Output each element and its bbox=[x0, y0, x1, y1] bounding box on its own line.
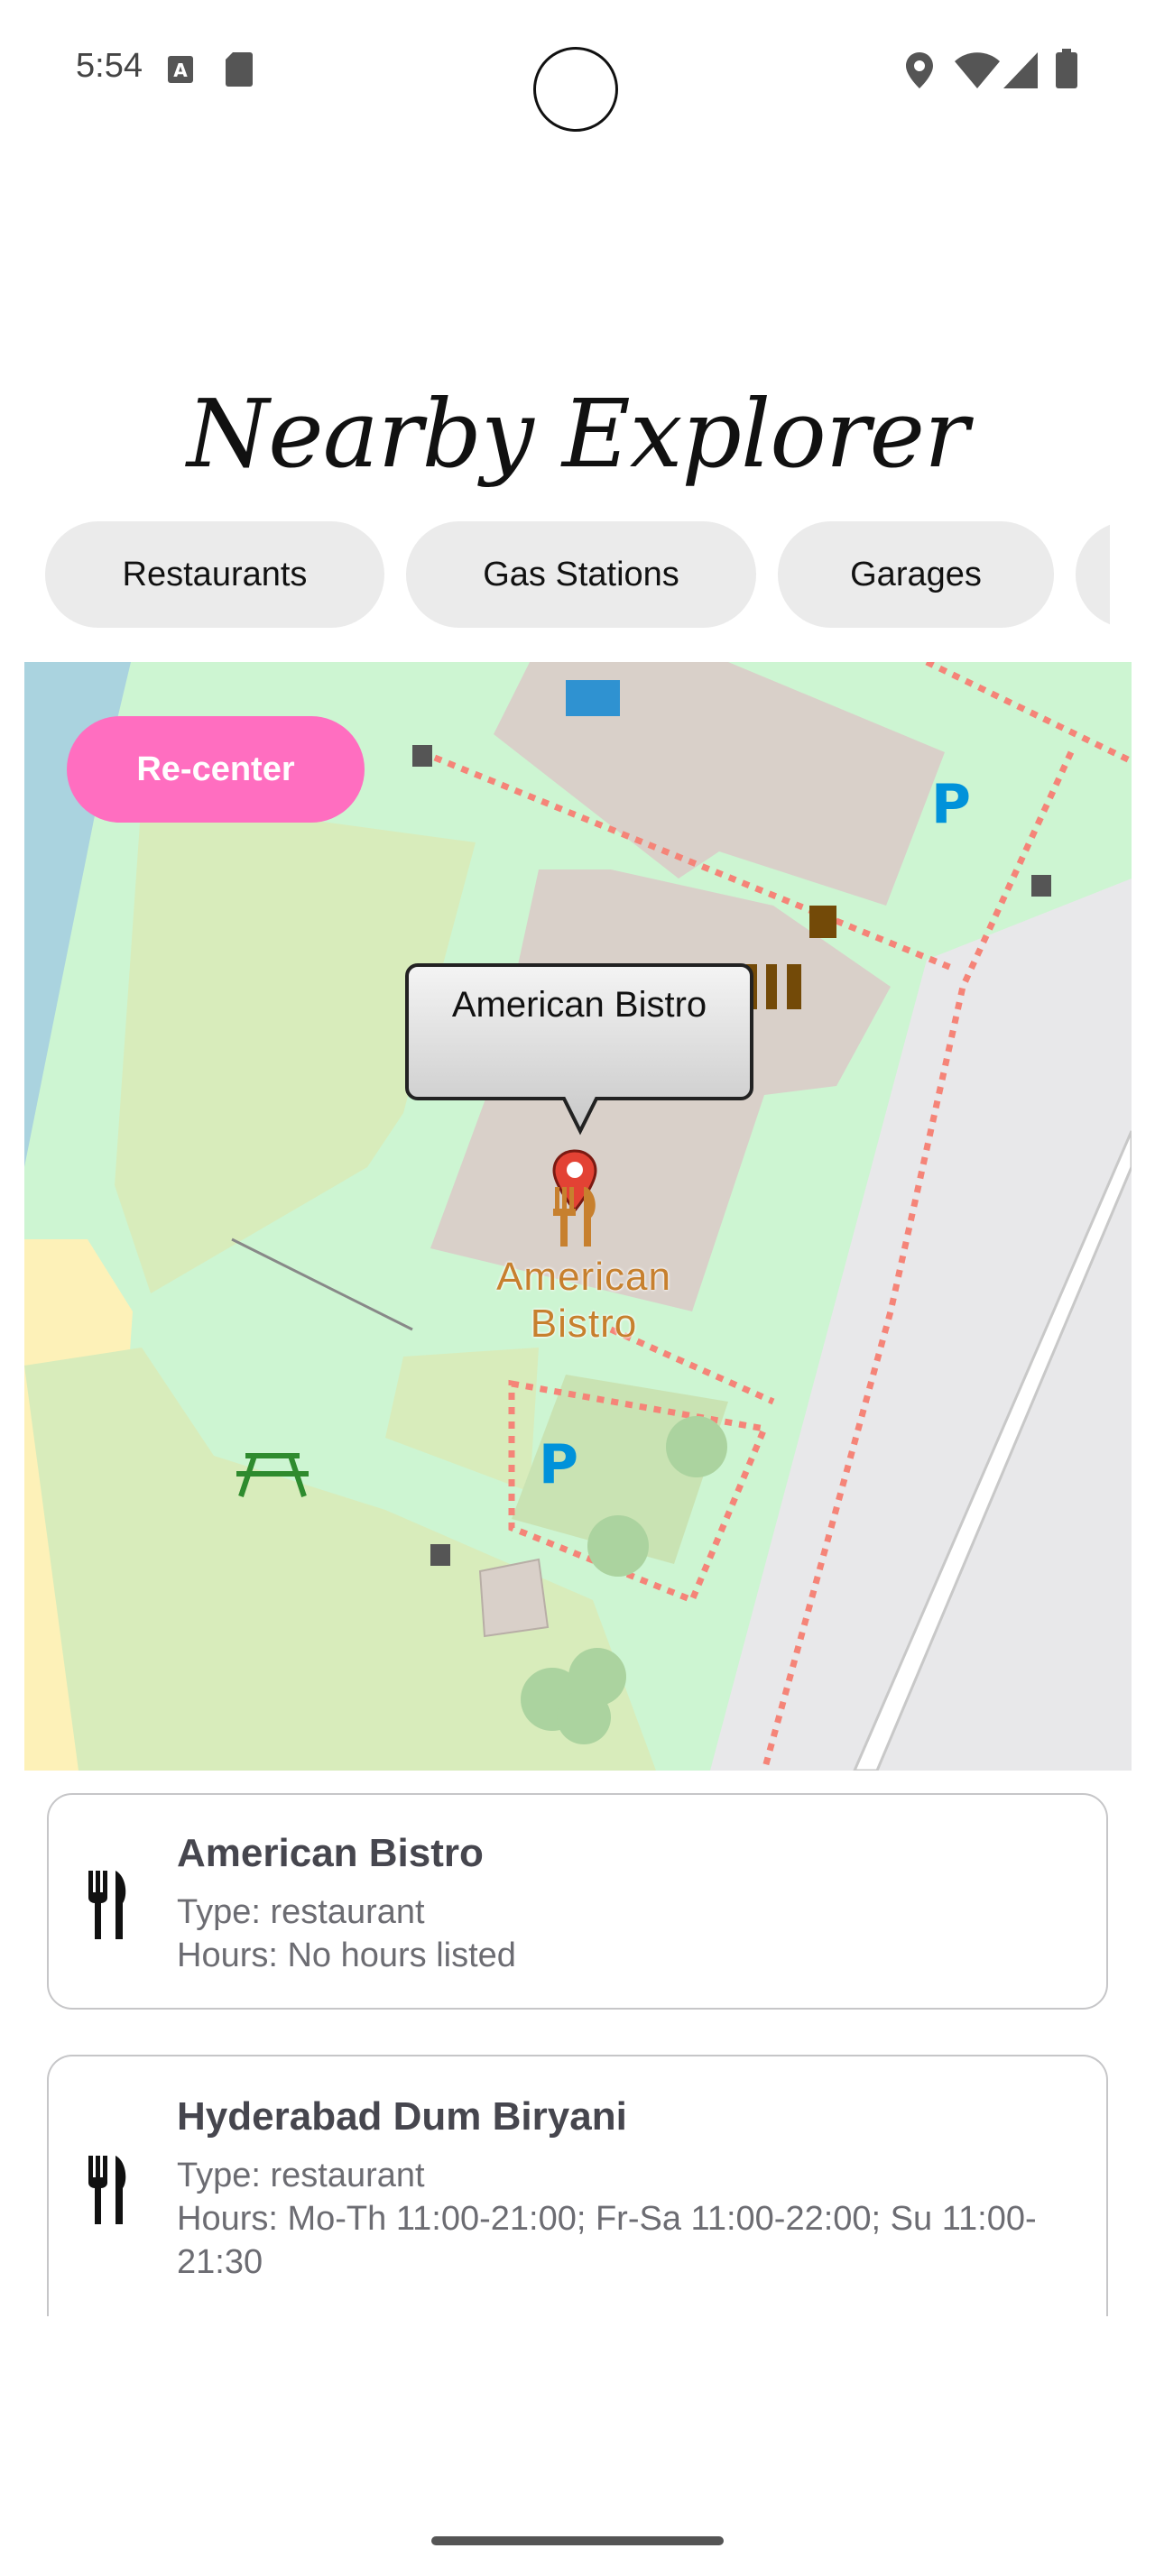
sd-card-icon bbox=[226, 52, 253, 87]
recenter-button[interactable]: Re-center bbox=[67, 716, 365, 823]
app-title: Nearby Explorer bbox=[187, 379, 969, 489]
place-card[interactable]: American Bistro Type: restaurant Hours: … bbox=[47, 1793, 1108, 2010]
chip-gas-stations[interactable]: Gas Stations bbox=[406, 521, 756, 628]
map-view[interactable]: P P Re-center American Bistro American B… bbox=[24, 662, 1132, 1771]
chip-restaurants[interactable]: Restaurants bbox=[45, 521, 384, 628]
battery-icon bbox=[1056, 49, 1077, 88]
place-hours: Hours: Mo-Th 11:00-21:00; Fr-Sa 11:00-22… bbox=[177, 2200, 1037, 2281]
status-bar: 5:54 A bbox=[0, 0, 1155, 141]
category-chips: Restaurants Gas Stations Garages bbox=[0, 521, 1110, 630]
place-type: Type: restaurant bbox=[177, 2157, 425, 2194]
map-poi-label-line1: American bbox=[496, 1255, 671, 1299]
marker-callout[interactable]: American Bistro bbox=[405, 963, 753, 1167]
svg-text:P: P bbox=[931, 773, 971, 836]
status-time: 5:54 bbox=[76, 47, 143, 85]
place-card[interactable]: Hyderabad Dum Biryani Type: restaurant H… bbox=[47, 2055, 1108, 2316]
chip-garages[interactable]: Garages bbox=[778, 521, 1054, 628]
place-name: Hyderabad Dum Biryani bbox=[177, 2094, 627, 2139]
home-indicator[interactable] bbox=[431, 2536, 724, 2545]
keyboard-a-icon: A bbox=[168, 56, 193, 83]
camera-cutout bbox=[533, 47, 618, 132]
location-icon bbox=[906, 52, 933, 88]
map-poi-label-line2: Bistro bbox=[530, 1302, 638, 1346]
place-type: Type: restaurant bbox=[177, 1893, 425, 1931]
fork-knife-icon bbox=[88, 1871, 126, 1939]
restaurant-map-icon bbox=[553, 1187, 596, 1247]
map-poi-label: American Bistro bbox=[421, 1254, 746, 1348]
wifi-icon bbox=[955, 52, 1000, 88]
callout-title: American Bistro bbox=[451, 985, 707, 1025]
svg-text:P: P bbox=[539, 1433, 578, 1496]
chip-partial[interactable] bbox=[1076, 521, 1110, 628]
svg-text:A: A bbox=[173, 60, 188, 81]
place-hours: Hours: No hours listed bbox=[177, 1937, 516, 1974]
place-name: American Bistro bbox=[177, 1831, 484, 1875]
signal-icon bbox=[1003, 52, 1038, 88]
fork-knife-icon bbox=[88, 2156, 126, 2224]
